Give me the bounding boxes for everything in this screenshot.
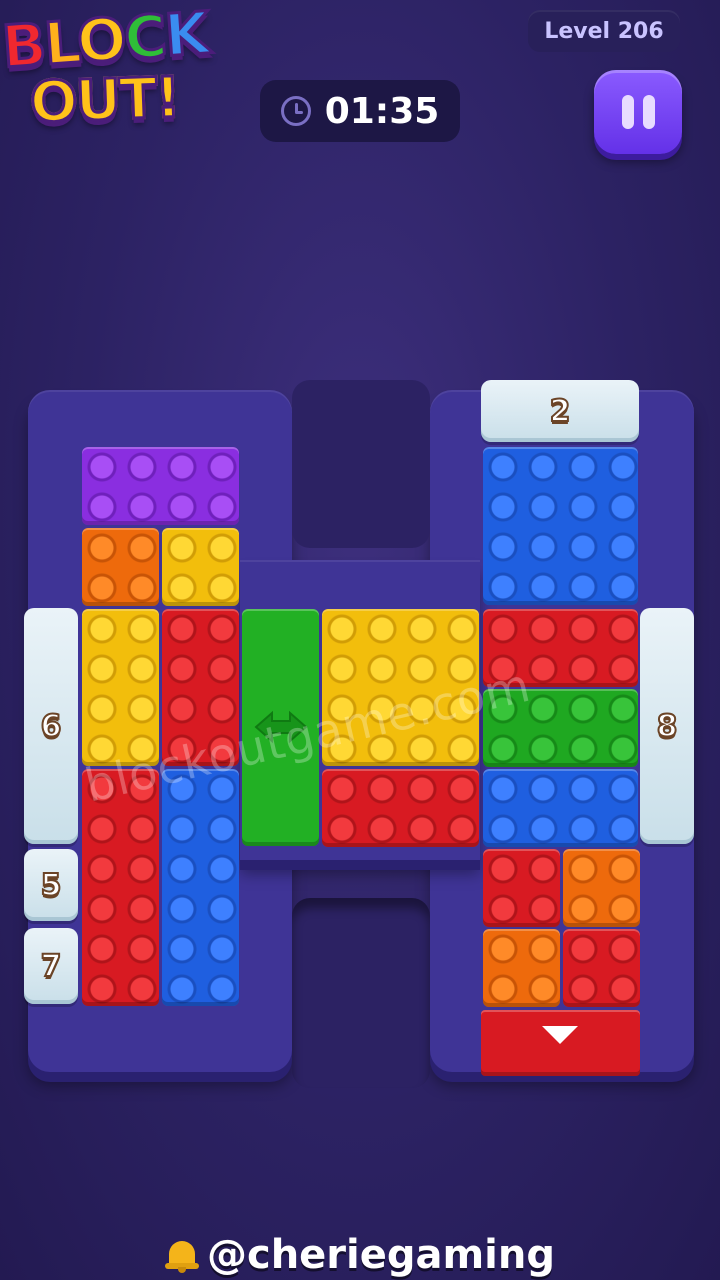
ice-counter-value: 5 [40,867,63,904]
block-blue[interactable] [483,769,638,847]
block-red[interactable] [483,849,560,927]
block-purple[interactable] [82,447,239,525]
ice-counter-value: 6 [40,708,63,745]
block-blue[interactable] [162,769,239,1006]
ice-counter-right: 8 [640,608,694,844]
ice-counter-value: 8 [656,708,679,745]
block-orange[interactable] [483,929,560,1007]
block-blue-large[interactable] [483,447,638,605]
block-yellow[interactable] [82,609,159,766]
block-yellow[interactable] [162,528,239,606]
ice-counter-left-low: 7 [24,928,78,1004]
down-arrow-icon [542,1026,578,1044]
block-red[interactable] [322,769,479,847]
block-orange[interactable] [82,528,159,606]
exit-gate-red [481,1010,640,1076]
game-board: 2 6 5 7 8 [0,0,720,1280]
block-orange[interactable] [563,849,640,927]
ice-counter-value: 7 [40,948,63,985]
ice-counter-left-upper: 6 [24,608,78,844]
board-notch-bottom [292,898,430,1088]
board-notch-top [292,380,430,548]
block-red[interactable] [563,929,640,1007]
ice-counter-top: 2 [481,380,639,442]
credit-bar: @cheriegaming [0,1232,720,1278]
ice-counter-value: 2 [549,393,572,430]
bell-icon [164,1237,199,1273]
credit-handle: @cheriegaming [206,1232,555,1278]
ice-counter-left-mid: 5 [24,849,78,921]
